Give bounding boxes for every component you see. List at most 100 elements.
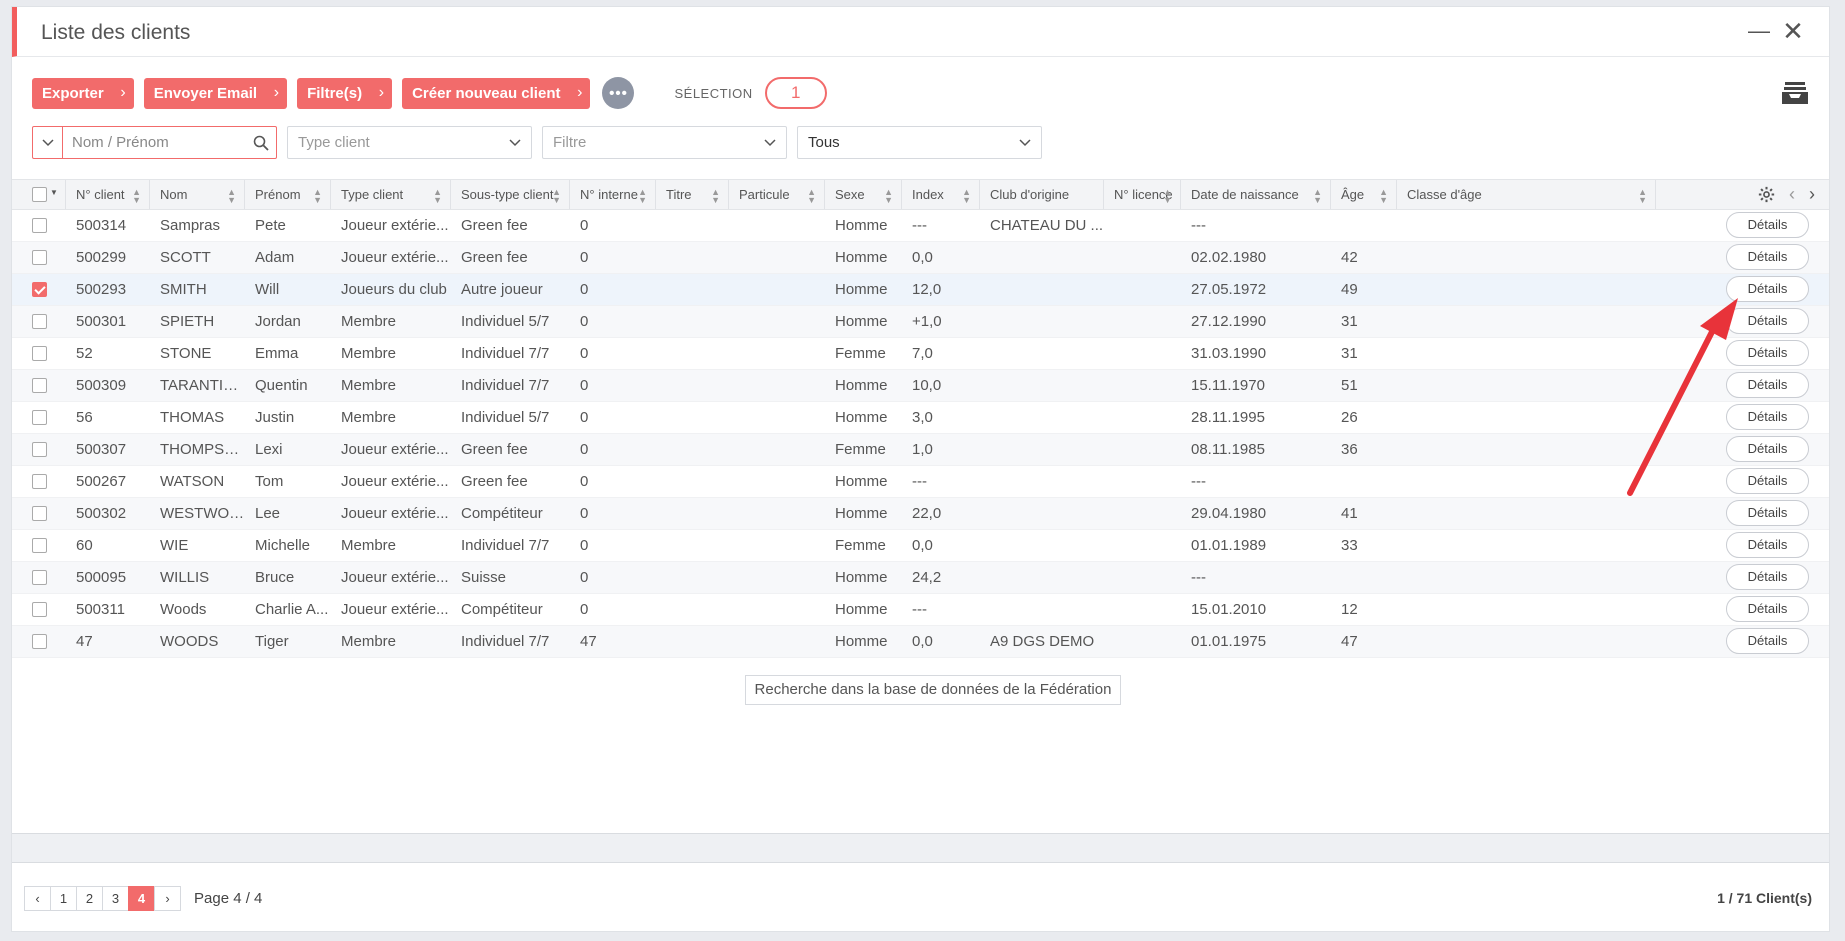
scroll-left-icon[interactable]: ‹ xyxy=(1789,184,1795,205)
gear-icon[interactable] xyxy=(1758,186,1775,203)
details-button[interactable]: Détails xyxy=(1726,244,1809,270)
sort-icon[interactable]: ▲ ▼ xyxy=(807,180,816,205)
details-button[interactable]: Détails xyxy=(1726,500,1809,526)
sort-icon[interactable]: ▲ ▼ xyxy=(552,180,561,205)
column-header-date-naissance[interactable]: Date de naissance ▲ ▼ xyxy=(1181,180,1331,209)
column-header-sous-type-client[interactable]: Sous-type client ▲ ▼ xyxy=(451,180,570,209)
close-button[interactable]: ✕ xyxy=(1779,17,1807,45)
sort-icon[interactable]: ▲ ▼ xyxy=(711,180,720,205)
column-header-n-interne[interactable]: N° interne ▲ ▼ xyxy=(570,180,656,209)
table-row[interactable]: 47 WOODS Tiger Membre Individuel 7/7 47 Homme 0… xyxy=(12,626,1829,658)
table-row[interactable]: 52 STONE Emma Membre Individuel 7/7 0 Femme 7,0… xyxy=(12,338,1829,370)
column-header-index[interactable]: Index ▲ ▼ xyxy=(902,180,980,209)
page-4[interactable]: 4 xyxy=(128,886,155,911)
details-button[interactable]: Détails xyxy=(1726,404,1809,430)
page-2[interactable]: 2 xyxy=(76,886,103,911)
create-client-button[interactable]: Créer nouveau client › xyxy=(402,77,591,109)
row-checkbox[interactable] xyxy=(32,250,47,265)
table-row[interactable]: 500309 TARANTINO Quentin Membre Individuel 7… xyxy=(12,370,1829,402)
scroll-right-icon[interactable]: › xyxy=(1809,184,1815,205)
details-button[interactable]: Détails xyxy=(1726,372,1809,398)
sort-icon[interactable]: ▲ ▼ xyxy=(962,180,971,205)
details-button[interactable]: Détails xyxy=(1726,308,1809,334)
selection-count[interactable]: 1 xyxy=(764,77,827,109)
row-checkbox[interactable] xyxy=(32,346,47,361)
column-header-age[interactable]: Âge ▲ ▼ xyxy=(1331,180,1397,209)
table-row[interactable]: 500307 THOMPSON Lexi Joueur extérie... Green… xyxy=(12,434,1829,466)
column-header-club-origine[interactable]: Club d'origine xyxy=(980,180,1104,209)
column-header-classe-age[interactable]: Classe d'âge ▲ ▼ xyxy=(1397,180,1656,209)
row-checkbox[interactable] xyxy=(32,474,47,489)
send-email-button[interactable]: Envoyer Email › xyxy=(143,77,288,109)
sort-icon[interactable]: ▲ ▼ xyxy=(227,180,236,205)
table-row[interactable]: 500095 WILLIS Bruce Joueur extérie... Suisse… xyxy=(12,562,1829,594)
sort-icon[interactable]: ▲ ▼ xyxy=(313,180,322,205)
row-checkbox[interactable] xyxy=(32,218,47,233)
table-row[interactable]: 500267 WATSON Tom Joueur extérie... Green fe… xyxy=(12,466,1829,498)
column-header-type-client[interactable]: Type client ▲ ▼ xyxy=(331,180,451,209)
column-header-titre[interactable]: Titre ▲ ▼ xyxy=(656,180,729,209)
table-row[interactable]: 500301 SPIETH Jordan Membre Individuel 5/7 0 H… xyxy=(12,306,1829,338)
details-button[interactable]: Détails xyxy=(1726,436,1809,462)
page-1[interactable]: 1 xyxy=(50,886,77,911)
details-button[interactable]: Détails xyxy=(1726,532,1809,558)
details-button[interactable]: Détails xyxy=(1726,212,1809,238)
row-checkbox[interactable] xyxy=(32,634,47,649)
prev-page-button[interactable]: ‹ xyxy=(24,886,51,911)
table-row[interactable]: 500293 SMITH Will Joueurs du club Autre joue… xyxy=(12,274,1829,306)
horizontal-scrollbar[interactable] xyxy=(12,833,1829,863)
details-button[interactable]: Détails xyxy=(1726,564,1809,590)
table-row[interactable]: 56 THOMAS Justin Membre Individuel 5/7 0 Homme… xyxy=(12,402,1829,434)
more-options-button[interactable]: ••• xyxy=(602,77,635,109)
table-row[interactable]: 500299 SCOTT Adam Joueur extérie... Green fe… xyxy=(12,242,1829,274)
filter-select[interactable]: Filtre xyxy=(542,126,787,159)
details-button[interactable]: Détails xyxy=(1726,468,1809,494)
row-checkbox[interactable] xyxy=(32,570,47,585)
search-mode-dropdown[interactable] xyxy=(33,127,63,158)
details-button[interactable]: Détails xyxy=(1726,340,1809,366)
minimize-button[interactable]: — xyxy=(1745,17,1773,45)
page-3[interactable]: 3 xyxy=(102,886,129,911)
row-checkbox[interactable] xyxy=(32,442,47,457)
column-header-nom[interactable]: Nom ▲ ▼ xyxy=(150,180,245,209)
column-header-particule[interactable]: Particule ▲ ▼ xyxy=(729,180,825,209)
table-row[interactable]: 500302 WESTWOOD Lee Joueur extérie... Compét… xyxy=(12,498,1829,530)
table-row[interactable]: 500314 Sampras Pete Joueur extérie... Green … xyxy=(12,210,1829,242)
table-row[interactable]: 500311 Woods Charlie A... Joueur extérie...… xyxy=(12,594,1829,626)
column-header-n-licence[interactable]: N° licence ▲ ▼ xyxy=(1104,180,1181,209)
next-page-button[interactable]: › xyxy=(154,886,181,911)
type-client-select[interactable]: Type client xyxy=(287,126,532,159)
inbox-tray-icon[interactable] xyxy=(1781,81,1809,105)
chevron-down-icon[interactable]: ▼ xyxy=(50,188,58,197)
name-search-input[interactable] xyxy=(63,127,246,158)
column-header-sexe[interactable]: Sexe ▲ ▼ xyxy=(825,180,902,209)
sort-icon[interactable]: ▲ ▼ xyxy=(1163,180,1172,205)
details-button[interactable]: Détails xyxy=(1726,628,1809,654)
row-checkbox[interactable] xyxy=(32,410,47,425)
filters-button[interactable]: Filtre(s) › xyxy=(297,77,393,109)
sort-icon[interactable]: ▲ ▼ xyxy=(1638,180,1647,205)
sort-icon[interactable]: ▲ ▼ xyxy=(433,180,442,205)
table-row[interactable]: 60 WIE Michelle Membre Individuel 7/7 0 Femme 0… xyxy=(12,530,1829,562)
sort-icon[interactable]: ▲ ▼ xyxy=(132,180,141,205)
column-header-prenom[interactable]: Prénom ▲ ▼ xyxy=(245,180,331,209)
row-checkbox[interactable] xyxy=(32,538,47,553)
scope-select[interactable]: Tous xyxy=(797,126,1042,159)
column-header-n-client[interactable]: N° client ▲ ▼ xyxy=(66,180,150,209)
row-checkbox[interactable] xyxy=(32,378,47,393)
export-button[interactable]: Exporter › xyxy=(32,77,134,109)
row-checkbox[interactable] xyxy=(32,506,47,521)
select-all-checkbox[interactable] xyxy=(32,187,47,202)
details-button[interactable]: Détails xyxy=(1726,596,1809,622)
details-button[interactable]: Détails xyxy=(1726,276,1809,302)
row-checkbox[interactable] xyxy=(32,282,47,297)
row-checkbox[interactable] xyxy=(32,314,47,329)
federation-search-button[interactable]: Recherche dans la base de données de la … xyxy=(745,675,1121,705)
search-icon[interactable] xyxy=(246,135,276,151)
sort-icon[interactable]: ▲ ▼ xyxy=(1379,180,1388,205)
sort-icon[interactable]: ▲ ▼ xyxy=(638,180,647,205)
sort-icon[interactable]: ▲ ▼ xyxy=(884,180,893,205)
select-all-header[interactable]: ▼ xyxy=(12,180,66,209)
sort-icon[interactable]: ▲ ▼ xyxy=(1313,180,1322,205)
row-checkbox[interactable] xyxy=(32,602,47,617)
